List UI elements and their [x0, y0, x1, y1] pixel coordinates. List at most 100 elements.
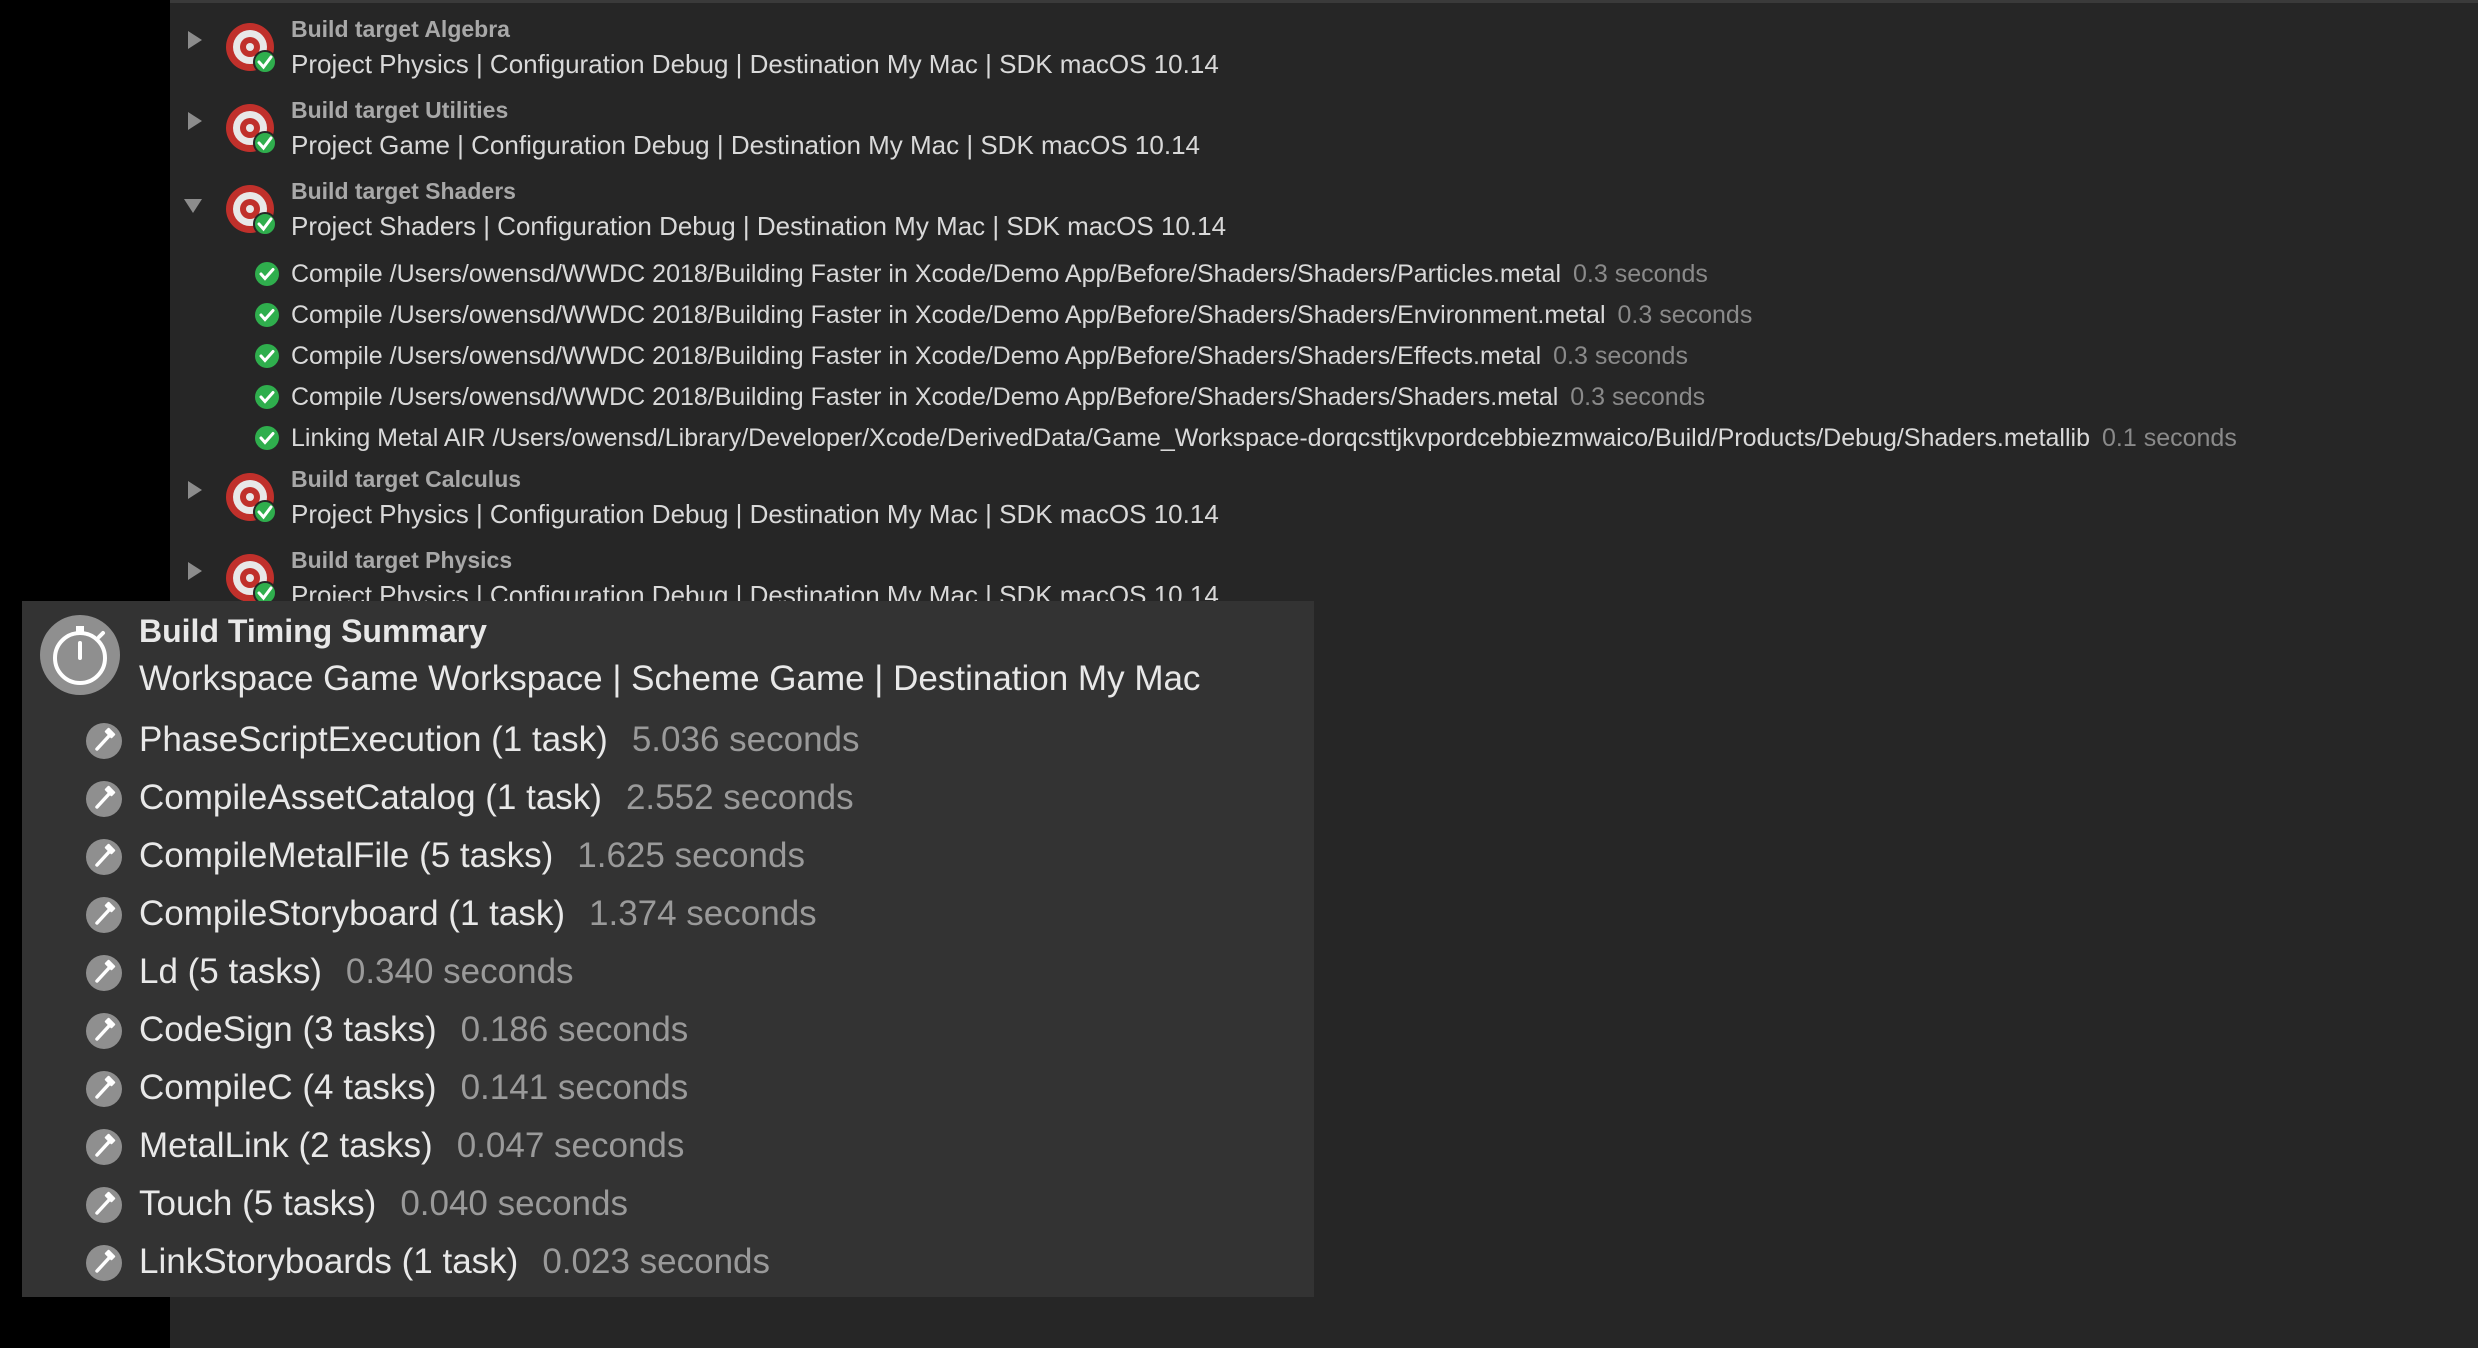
build-step-row[interactable]: Compile /Users/owensd/WWDC 2018/Building… — [170, 252, 2478, 292]
summary-title: Build Timing Summary — [139, 613, 487, 649]
hammer-icon — [86, 781, 122, 817]
build-step-row[interactable]: Compile /Users/owensd/WWDC 2018/Building… — [170, 375, 2478, 415]
summary-subtitle: Workspace Game Workspace | Scheme Game |… — [139, 659, 1201, 698]
disclosure-triangle-collapsed-icon[interactable] — [188, 562, 202, 580]
build-step-text: Compile /Users/owensd/WWDC 2018/Building… — [291, 260, 1708, 289]
task-name: LinkStoryboards (1 task) — [139, 1242, 519, 1281]
build-target-row[interactable]: Build target Shaders Project Shaders | C… — [170, 165, 2478, 245]
build-step-row[interactable]: Linking Metal AIR /Users/owensd/Library/… — [170, 416, 2478, 456]
build-step-time: 0.1 seconds — [2102, 424, 2237, 452]
build-step-time: 0.3 seconds — [1570, 383, 1706, 411]
task-name: CompileAssetCatalog (1 task) — [139, 778, 602, 817]
task-label: CompileC (4 tasks) 0.141 seconds — [139, 1068, 688, 1108]
task-name: Touch (5 tasks) — [139, 1184, 377, 1223]
task-label: CompileAssetCatalog (1 task) 2.552 second… — [139, 778, 854, 818]
target-subtitle: Project Physics | Configuration Debug | … — [291, 499, 1219, 529]
build-target-icon — [226, 23, 277, 74]
hammer-icon — [86, 1187, 122, 1223]
build-target-icon — [226, 185, 277, 236]
target-title: Build target Utilities — [291, 97, 509, 123]
task-label: CompileStoryboard (1 task) 1.374 seconds — [139, 894, 817, 934]
task-time: 1.625 seconds — [577, 836, 805, 875]
disclosure-triangle-collapsed-icon[interactable] — [188, 31, 202, 49]
build-step-text: Compile /Users/owensd/WWDC 2018/Building… — [291, 383, 1705, 412]
task-label: CodeSign (3 tasks) 0.186 seconds — [139, 1010, 688, 1050]
build-target-row[interactable]: Build target Algebra Project Physics | C… — [170, 3, 2478, 83]
task-name: CompileStoryboard (1 task) — [139, 894, 565, 933]
build-target-row[interactable]: Build target Calculus Project Physics | … — [170, 453, 2478, 533]
hammer-icon — [86, 1245, 122, 1281]
task-label: LinkStoryboards (1 task) 0.023 seconds — [139, 1242, 770, 1282]
disclosure-triangle-collapsed-icon[interactable] — [188, 112, 202, 130]
task-time: 1.374 seconds — [589, 894, 817, 933]
task-time: 0.141 seconds — [460, 1068, 689, 1107]
success-check-icon — [255, 303, 279, 327]
success-check-icon — [255, 344, 279, 368]
build-step-command: Linking Metal AIR /Users/owensd/Library/… — [291, 424, 2090, 452]
build-step-time: 0.3 seconds — [1573, 260, 1708, 288]
task-label: CompileMetalFile (5 tasks) 1.625 seconds — [139, 836, 805, 876]
success-check-icon — [255, 385, 279, 409]
timing-task-row[interactable]: Touch (5 tasks) 0.040 seconds — [22, 1175, 1314, 1233]
task-time: 0.186 seconds — [460, 1010, 689, 1049]
task-name: PhaseScriptExecution (1 task) — [139, 720, 608, 759]
build-step-command: Compile /Users/owensd/WWDC 2018/Building… — [291, 342, 1542, 370]
build-step-row[interactable]: Compile /Users/owensd/WWDC 2018/Building… — [170, 334, 2478, 374]
target-title: Build target Physics — [291, 547, 513, 573]
task-name: Ld (5 tasks) — [139, 952, 322, 991]
task-time: 0.047 seconds — [456, 1126, 685, 1165]
timing-task-row[interactable]: MetalLink (2 tasks) 0.047 seconds — [22, 1117, 1314, 1175]
build-step-text: Compile /Users/owensd/WWDC 2018/Building… — [291, 301, 1752, 330]
task-name: MetalLink (2 tasks) — [139, 1126, 433, 1165]
task-label: Touch (5 tasks) 0.040 seconds — [139, 1184, 628, 1224]
task-name: CompileMetalFile (5 tasks) — [139, 836, 554, 875]
task-name: CompileC (4 tasks) — [139, 1068, 437, 1107]
task-label: PhaseScriptExecution (1 task) 5.036 secon… — [139, 720, 860, 760]
build-target-row[interactable]: Build target Utilities Project Game | Co… — [170, 84, 2478, 164]
build-step-time: 0.3 seconds — [1617, 301, 1753, 329]
hammer-icon — [86, 955, 122, 991]
build-target-icon — [226, 473, 277, 524]
disclosure-triangle-collapsed-icon[interactable] — [188, 481, 202, 499]
timing-task-row[interactable]: CompileStoryboard (1 task) 1.374 seconds — [22, 885, 1314, 943]
build-step-command: Compile /Users/owensd/WWDC 2018/Building… — [291, 260, 1562, 288]
timing-task-row[interactable]: PhaseScriptExecution (1 task) 5.036 secon… — [22, 711, 1314, 769]
task-time: 5.036 seconds — [631, 720, 860, 759]
build-step-text: Compile /Users/owensd/WWDC 2018/Building… — [291, 342, 1688, 371]
timing-task-row[interactable]: CompileAssetCatalog (1 task) 2.552 second… — [22, 769, 1314, 827]
build-target-icon — [226, 104, 277, 155]
target-subtitle: Project Game | Configuration Debug | Des… — [291, 130, 1200, 160]
build-step-command: Compile /Users/owensd/WWDC 2018/Building… — [291, 383, 1559, 411]
task-time: 2.552 seconds — [625, 778, 854, 817]
target-title: Build target Algebra — [291, 16, 510, 42]
timing-task-row[interactable]: LinkStoryboards (1 task) 0.023 seconds — [22, 1233, 1314, 1291]
task-label: MetalLink (2 tasks) 0.047 seconds — [139, 1126, 684, 1166]
build-step-command: Compile /Users/owensd/WWDC 2018/Building… — [291, 301, 1606, 329]
hammer-icon — [86, 1071, 122, 1107]
timing-task-row[interactable]: Ld (5 tasks) 0.340 seconds — [22, 943, 1314, 1001]
stopwatch-icon — [40, 615, 120, 695]
target-title: Build target Calculus — [291, 466, 522, 492]
timing-task-row[interactable]: CompileC (4 tasks) 0.141 seconds — [22, 1059, 1314, 1117]
target-subtitle: Project Shaders | Configuration Debug | … — [291, 211, 1227, 241]
target-title: Build target Shaders — [291, 178, 516, 204]
hammer-icon — [86, 839, 122, 875]
build-step-row[interactable]: Compile /Users/owensd/WWDC 2018/Building… — [170, 293, 2478, 333]
build-step-time: 0.3 seconds — [1553, 342, 1688, 370]
build-timing-summary-panel[interactable]: Build Timing Summary Workspace Game Work… — [22, 601, 1314, 1297]
hammer-icon — [86, 897, 122, 933]
target-subtitle: Project Physics | Configuration Debug | … — [291, 49, 1219, 79]
timing-task-row[interactable]: CodeSign (3 tasks) 0.186 seconds — [22, 1001, 1314, 1059]
task-name: CodeSign (3 tasks) — [139, 1010, 437, 1049]
task-time: 0.023 seconds — [542, 1242, 770, 1281]
timing-task-row[interactable]: CompileMetalFile (5 tasks) 1.625 seconds — [22, 827, 1314, 885]
task-label: Ld (5 tasks) 0.340 seconds — [139, 952, 574, 992]
task-time: 0.040 seconds — [400, 1184, 628, 1223]
success-check-icon — [255, 262, 279, 286]
hammer-icon — [86, 1129, 122, 1165]
hammer-icon — [86, 723, 122, 759]
task-time: 0.340 seconds — [345, 952, 574, 991]
disclosure-triangle-expanded-icon[interactable] — [184, 199, 202, 213]
hammer-icon — [86, 1013, 122, 1049]
success-check-icon — [255, 426, 279, 450]
